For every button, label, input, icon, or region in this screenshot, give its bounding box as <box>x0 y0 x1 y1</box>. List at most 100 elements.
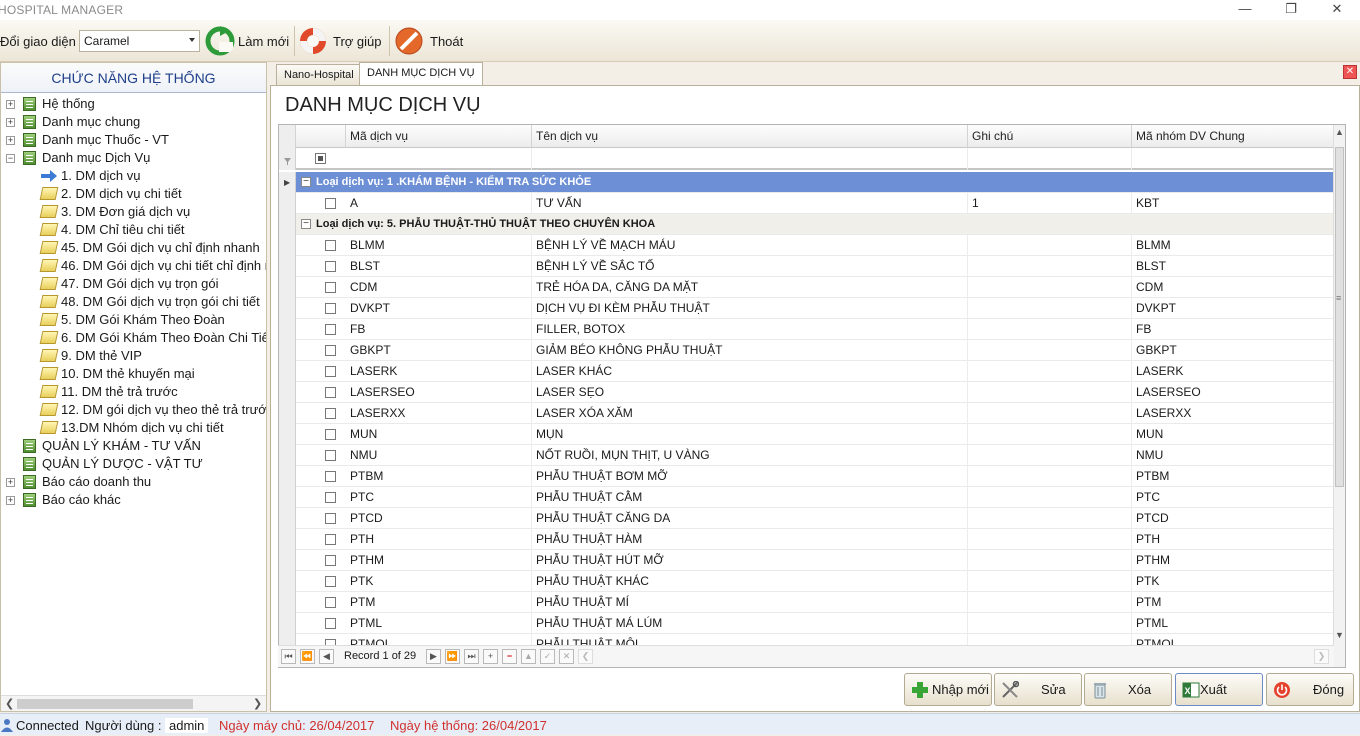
cell-group[interactable]: LASERXX <box>1132 403 1335 424</box>
cell-code[interactable]: PTM <box>346 592 532 613</box>
table-row[interactable]: LASERSEO LASER SẸO LASERSEO <box>279 382 1335 403</box>
cell-code[interactable]: PTH <box>346 529 532 550</box>
sidebar-item[interactable]: 45. DM Gói dịch vụ chỉ định nhanh <box>1 239 266 257</box>
cell-group[interactable]: LASERK <box>1132 361 1335 382</box>
cell-name[interactable]: TƯ VẤN <box>532 193 968 214</box>
maximize-button[interactable]: ❐ <box>1268 0 1314 20</box>
cell-group[interactable]: DVKPT <box>1132 298 1335 319</box>
row-checkbox[interactable] <box>325 324 336 335</box>
cell-name[interactable]: PHẪU THUẬT CĂNG DA <box>532 508 968 529</box>
sidebar-item[interactable]: + Hệ thống <box>1 95 266 113</box>
row-checkbox[interactable] <box>325 408 336 419</box>
edit-button[interactable]: Sửa <box>994 673 1082 706</box>
column-header-code[interactable]: Mã dịch vụ <box>346 125 532 148</box>
sidebar-item[interactable]: 11. DM thẻ trả trước <box>1 383 266 401</box>
cell-name[interactable]: PHẪU THUẬT MÁ LÚM <box>532 613 968 634</box>
row-checkbox[interactable] <box>325 429 336 440</box>
table-row[interactable]: PTML PHẪU THUẬT MÁ LÚM PTML <box>279 613 1335 634</box>
group-row[interactable]: − Loại dịch vụ: 5. PHẪU THUẬT-THỦ THUẬT T… <box>279 214 1335 235</box>
sidebar-item[interactable]: 9. DM thẻ VIP <box>1 347 266 365</box>
cell-name[interactable]: PHẪU THUẬT HÚT MỠ <box>532 550 968 571</box>
row-checkbox[interactable] <box>325 345 336 356</box>
delete-button[interactable]: Xóa <box>1084 673 1172 706</box>
cell-name[interactable]: BỆNH LÝ VỀ MẠCH MÁU <box>532 235 968 256</box>
collapse-group-icon[interactable]: − <box>301 177 311 187</box>
group-row[interactable]: ▶ − Loại dịch vụ: 1 .KHÁM BỆNH - KIỂM TRA … <box>279 172 1335 193</box>
cell-group[interactable]: LASERSEO <box>1132 382 1335 403</box>
cell-name[interactable]: PHẪU THUẬT CẰM <box>532 487 968 508</box>
delete-record-icon[interactable]: − <box>502 649 517 664</box>
sidebar-item[interactable]: 48. DM Gói dịch vụ trọn gói chi tiết <box>1 293 266 311</box>
prev-page-icon[interactable]: ⏪ <box>300 649 315 664</box>
sidebar-item[interactable]: 47. DM Gói dịch vụ trọn gói <box>1 275 266 293</box>
table-row[interactable]: GBKPT GIẢM BÉO KHÔNG PHẪU THUẬT GBKPT <box>279 340 1335 361</box>
cell-name[interactable]: DỊCH VỤ ĐI KÈM PHẪU THUẬT <box>532 298 968 319</box>
cell-group[interactable]: FB <box>1132 319 1335 340</box>
scroll-down-icon[interactable]: ▼ <box>1335 630 1344 640</box>
cell-code[interactable]: PTC <box>346 487 532 508</box>
cell-code[interactable]: FB <box>346 319 532 340</box>
cell-name[interactable]: PHẪU THUẬT KHÁC <box>532 571 968 592</box>
column-header-group[interactable]: Mã nhóm DV Chung <box>1132 125 1335 148</box>
cell-note[interactable] <box>968 424 1132 445</box>
save-record-icon[interactable]: ✓ <box>540 649 555 664</box>
cell-code[interactable]: LASERK <box>346 361 532 382</box>
export-excel-button[interactable]: X Xuất Excel <box>1175 673 1263 728</box>
row-checkbox[interactable] <box>325 450 336 461</box>
row-checkbox[interactable] <box>325 534 336 545</box>
cell-name[interactable]: FILLER, BOTOX <box>532 319 968 340</box>
row-checkbox[interactable] <box>325 576 336 587</box>
first-record-icon[interactable]: ⏮ <box>281 649 296 664</box>
refresh-button[interactable]: Làm mới <box>204 24 292 58</box>
cell-group[interactable]: MUN <box>1132 424 1335 445</box>
table-row[interactable]: MUN MỤN MUN <box>279 424 1335 445</box>
row-checkbox[interactable] <box>325 303 336 314</box>
cell-group[interactable]: PTML <box>1132 613 1335 634</box>
cell-group[interactable]: CDM <box>1132 277 1335 298</box>
cell-name[interactable]: PHẪU THUẬT MÍ <box>532 592 968 613</box>
row-checkbox[interactable] <box>325 618 336 629</box>
row-checkbox[interactable] <box>325 513 336 524</box>
cell-code[interactable]: NMU <box>346 445 532 466</box>
cell-group[interactable]: PTH <box>1132 529 1335 550</box>
cell-code[interactable]: A <box>346 193 532 214</box>
sidebar-item[interactable]: 2. DM dịch vụ chi tiết <box>1 185 266 203</box>
cell-note[interactable] <box>968 487 1132 508</box>
sidebar-item[interactable]: QUẢN LÝ KHÁM - TƯ VẤN <box>1 437 266 455</box>
sidebar-item[interactable]: + Danh mục Thuốc - VT <box>1 131 266 149</box>
new-button[interactable]: Nhập mới <box>904 673 992 706</box>
cell-group[interactable]: PTM <box>1132 592 1335 613</box>
table-row[interactable]: BLST BỆNH LÝ VỀ SẮC TỐ BLST <box>279 256 1335 277</box>
cell-note[interactable]: 1 <box>968 193 1132 214</box>
cell-group[interactable]: PTCD <box>1132 508 1335 529</box>
grid-vertical-scrollbar[interactable]: ▲ ≡ ▼ <box>1333 125 1345 667</box>
scroll-up-icon[interactable]: ▲ <box>1335 127 1344 137</box>
cell-name[interactable]: BỆNH LÝ VỀ SẮC TỐ <box>532 256 968 277</box>
cell-note[interactable] <box>968 340 1132 361</box>
cell-name[interactable]: LASER SẸO <box>532 382 968 403</box>
cell-name[interactable]: TRẺ HÓA DA, CĂNG DA MẶT <box>532 277 968 298</box>
tab-danh-muc-dich-vu[interactable]: DANH MỤC DỊCH VỤ <box>359 62 483 86</box>
filter-cell[interactable] <box>968 148 1132 170</box>
sidebar-horizontal-scrollbar[interactable]: ❮ ❯ <box>1 695 266 711</box>
cell-name[interactable]: PHẪU THUẬT HÀM <box>532 529 968 550</box>
table-row[interactable]: PTC PHẪU THUẬT CẰM PTC <box>279 487 1335 508</box>
cell-note[interactable] <box>968 403 1132 424</box>
cell-note[interactable] <box>968 445 1132 466</box>
exit-button[interactable]: Thoát <box>393 24 465 58</box>
table-row[interactable]: FB FILLER, BOTOX FB <box>279 319 1335 340</box>
sidebar-item[interactable]: 10. DM thẻ khuyến mại <box>1 365 266 383</box>
filter-cell[interactable] <box>346 148 532 170</box>
cell-group[interactable]: KBT <box>1132 193 1335 214</box>
cell-name[interactable]: PHẪU THUẬT BƠM MỠ <box>532 466 968 487</box>
add-record-icon[interactable]: + <box>483 649 498 664</box>
cell-note[interactable] <box>968 466 1132 487</box>
cell-group[interactable]: PTC <box>1132 487 1335 508</box>
cell-code[interactable]: MUN <box>346 424 532 445</box>
table-row[interactable]: LASERXX LASER XÓA XĂM LASERXX <box>279 403 1335 424</box>
table-row[interactable]: NMU NỐT RUỒI, MỤN THỊT, U VÀNG NMU <box>279 445 1335 466</box>
help-button[interactable]: Trợ giúp <box>297 24 387 58</box>
row-checkbox[interactable] <box>325 240 336 251</box>
select-all-checkbox[interactable] <box>315 153 326 164</box>
cell-group[interactable]: GBKPT <box>1132 340 1335 361</box>
